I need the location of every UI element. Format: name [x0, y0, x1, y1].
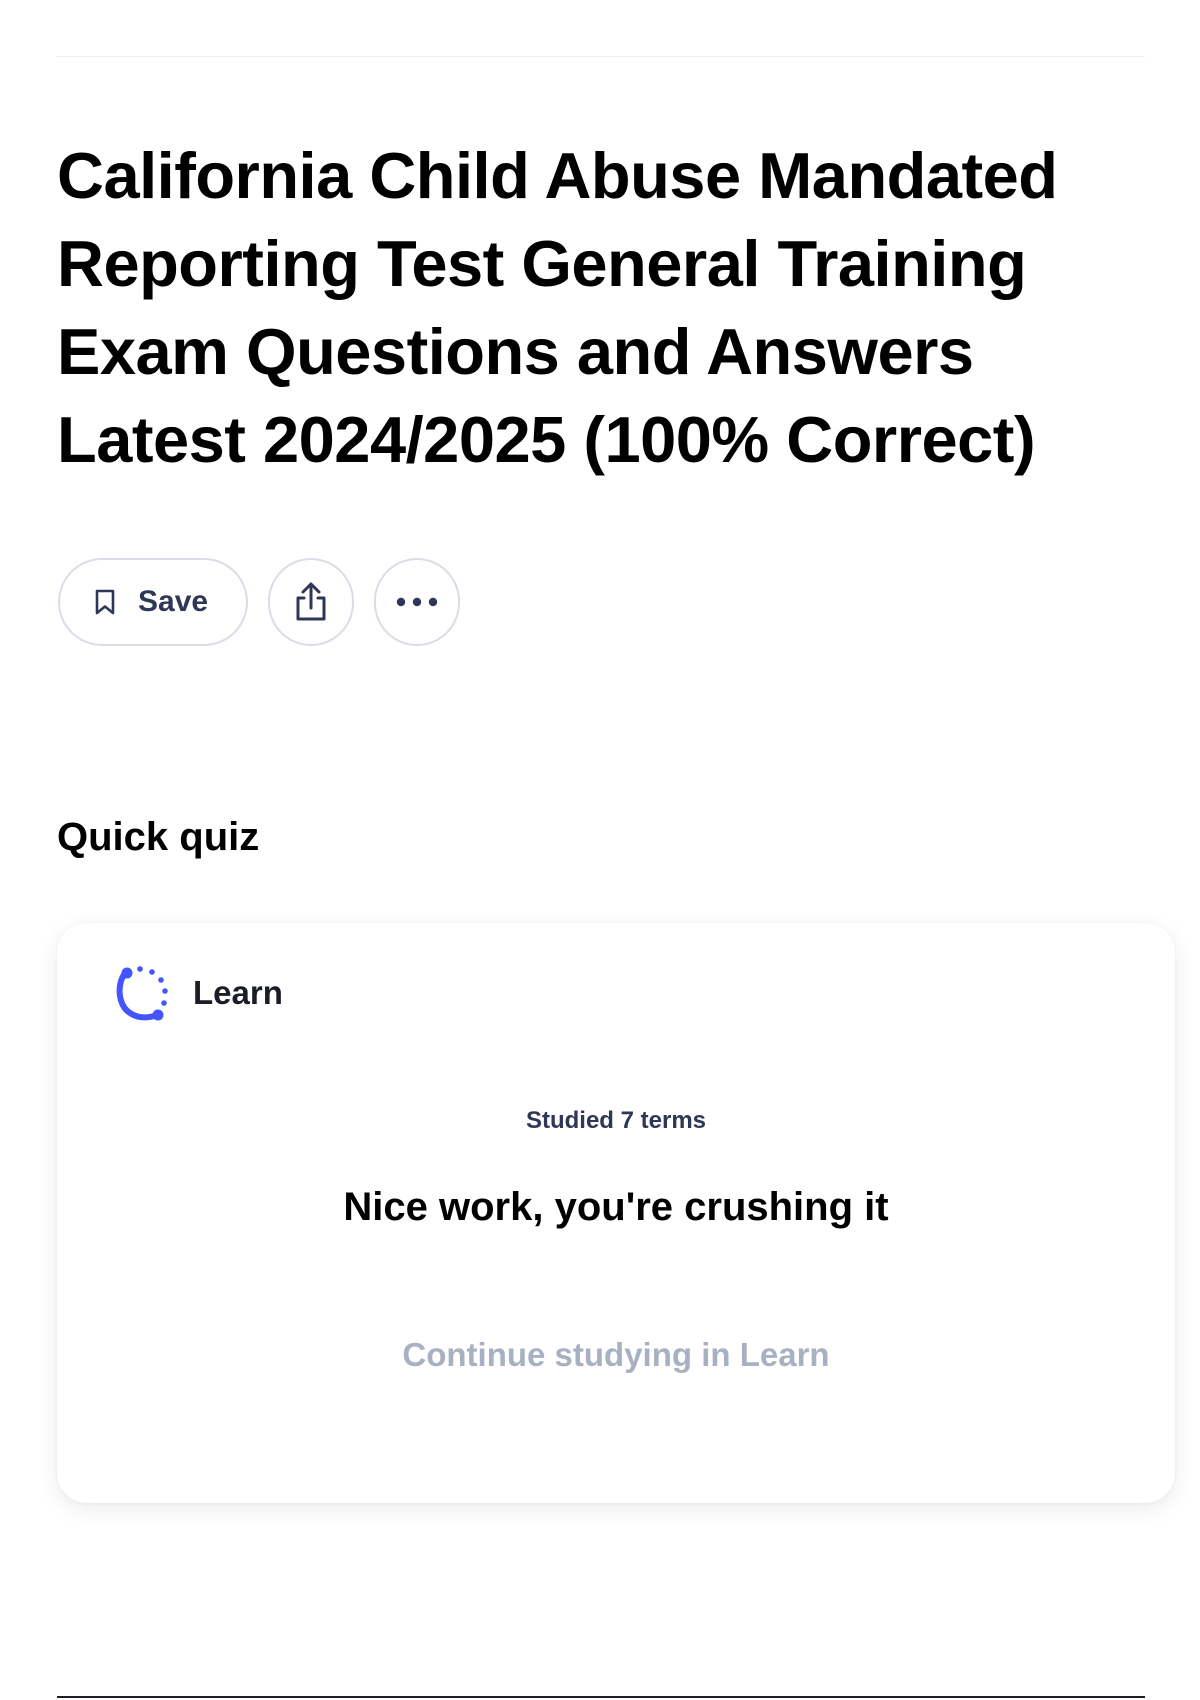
progress-message: Nice work, you're crushing it [343, 1185, 889, 1229]
quick-quiz-heading: Quick quiz [57, 815, 260, 859]
save-button[interactable]: Save [58, 558, 248, 646]
set-actions: Save [58, 558, 460, 646]
save-button-label: Save [138, 585, 209, 618]
studied-terms-text: Studied 7 terms [525, 1107, 707, 1134]
page-title: California Child Abuse Mandated Reportin… [57, 139, 1058, 476]
learn-card: Learn Studied 7 terms Nice work, you're … [57, 923, 1175, 1503]
bookmark-icon [94, 588, 116, 616]
share-icon [292, 581, 330, 623]
more-horizontal-icon [396, 597, 438, 607]
learn-progress-icon [113, 963, 173, 1023]
learn-mode-label: Learn [193, 974, 283, 1011]
bottom-divider [57, 1696, 1145, 1698]
learn-card-header[interactable]: Learn [113, 963, 283, 1023]
share-button[interactable] [268, 558, 354, 646]
more-options-button[interactable] [374, 558, 460, 646]
continue-studying-link[interactable]: Continue studying in Learn [57, 1336, 1175, 1374]
top-divider [57, 56, 1145, 57]
